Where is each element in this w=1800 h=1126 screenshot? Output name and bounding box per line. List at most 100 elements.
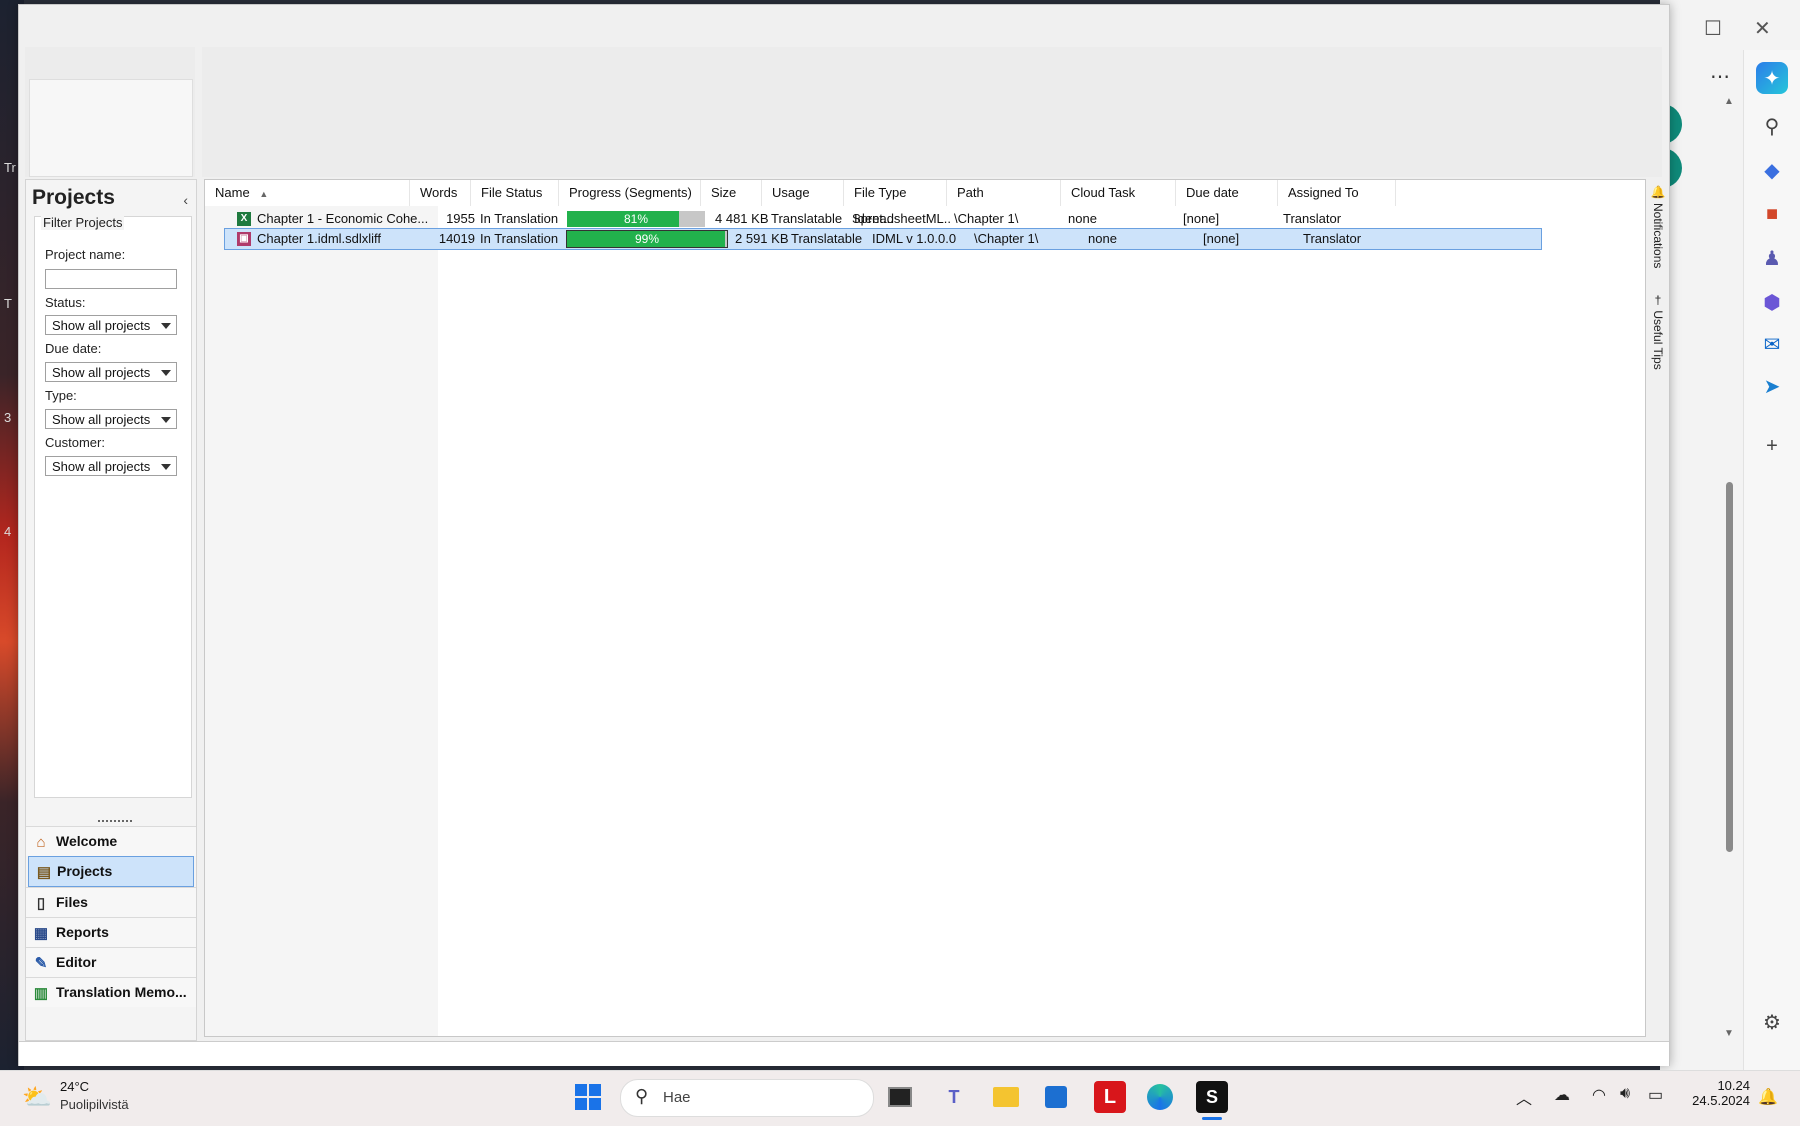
background-browser-window: ☐ ✕ ⋯ ✦ ⚲ ◆ ■ ♟ ⬢ ✉ ➤ + ⚙ ▲ ▼ [1660, 0, 1800, 1070]
column-header-usage[interactable]: Usage [762, 180, 844, 206]
office-icon[interactable]: ⬢ [1756, 286, 1788, 318]
column-label: Name [215, 185, 250, 200]
onedrive-icon[interactable]: ☁ [1554, 1085, 1570, 1105]
title-bar[interactable] [19, 5, 1669, 41]
chevron-up-icon[interactable]: ︿ [1516, 1085, 1532, 1109]
toolbox-icon[interactable]: ■ [1756, 198, 1788, 230]
notifications-tab[interactable]: 🔔 Notifications [1651, 185, 1665, 268]
column-header-path[interactable]: Path [947, 180, 1061, 206]
nav-reports[interactable]: ▦ Reports [26, 917, 196, 947]
files-icon: ▯ [36, 894, 46, 912]
cell-usage: Translatable [791, 231, 863, 246]
name-column-background [205, 206, 438, 1036]
task-view-button[interactable] [884, 1081, 916, 1113]
notification-bell-icon[interactable]: 🔔 [1758, 1087, 1778, 1107]
table-row-selected[interactable]: ▣ Chapter 1.idml.sdlxliff 14019 In Trans… [224, 228, 1542, 250]
column-header-size[interactable]: Size [701, 180, 762, 206]
more-options-icon[interactable]: ⋯ [1710, 64, 1730, 89]
clock-time: 10.24 [1717, 1078, 1750, 1093]
column-header-words[interactable]: Words [410, 180, 471, 206]
tag-icon[interactable]: ◆ [1756, 154, 1788, 186]
cell-name: Chapter 1.idml.sdlxliff [257, 231, 382, 246]
project-name-input[interactable] [45, 269, 177, 289]
edge-icon[interactable] [1144, 1081, 1176, 1113]
nav-label: Reports [56, 924, 109, 940]
outlook-icon[interactable]: ✉ [1756, 328, 1788, 360]
useful-tips-tab[interactable]: † Useful Tips [1651, 293, 1665, 370]
column-label: Cloud Task [1071, 185, 1136, 200]
weather-temperature: 24°C [60, 1079, 90, 1094]
games-icon[interactable]: ♟ [1756, 242, 1788, 274]
store-shape [1045, 1086, 1067, 1108]
cell-size: 2 591 KB [735, 231, 789, 246]
idml-icon: ▣ [237, 232, 251, 246]
scroll-up-icon[interactable]: ▲ [1724, 96, 1734, 107]
project-name-label: Project name: [45, 247, 126, 262]
clock-date: 24.5.2024 [1692, 1093, 1750, 1108]
collapse-panel-icon[interactable]: ‹ [183, 192, 188, 208]
customer-select[interactable]: Show all projects [45, 456, 177, 476]
browser-scrollbar[interactable]: ▲ ▼ [1722, 96, 1736, 1042]
type-select[interactable]: Show all projects [45, 409, 177, 429]
progress-label: 99% [634, 232, 660, 246]
column-header-name[interactable]: Name ▲ [205, 180, 410, 206]
cell-cloud-task: none [1088, 231, 1117, 246]
excel-icon: X [237, 212, 251, 226]
column-label: Progress (Segments) [569, 185, 692, 200]
clock[interactable]: 10.24 24.5.2024 [1686, 1078, 1750, 1108]
wifi-icon[interactable]: ◠ [1592, 1085, 1606, 1105]
search-icon[interactable]: ⚲ [1756, 110, 1788, 142]
status-select[interactable]: Show all projects [45, 315, 177, 335]
due-date-select-value: Show all projects [52, 365, 151, 380]
start-button[interactable] [572, 1081, 604, 1113]
trados-icon[interactable]: S [1196, 1081, 1228, 1113]
cell-due-date: [none] [1183, 211, 1220, 226]
nav-welcome[interactable]: ⌂ Welcome [26, 826, 196, 856]
nav-files[interactable]: ▯ Files [26, 887, 196, 917]
column-header-file-status[interactable]: File Status [471, 180, 559, 206]
column-header-progress[interactable]: Progress (Segments) [559, 180, 701, 206]
customer-label: Customer: [45, 435, 105, 450]
volume-icon[interactable]: 🔊︎ [1620, 1085, 1630, 1103]
store-icon[interactable] [1040, 1081, 1072, 1113]
scroll-thumb[interactable] [1726, 482, 1733, 852]
column-header-cloud-task[interactable]: Cloud Task [1061, 180, 1176, 206]
taskbar-search[interactable]: ⚲ Hae [620, 1079, 874, 1117]
navigation-buttons: ⌂ Welcome ▤ Projects ▯ Files ▦ Reports ✎… [26, 826, 196, 1007]
progress-label: 81% [623, 212, 649, 226]
nav-projects[interactable]: ▤ Projects [28, 856, 194, 887]
settings-icon[interactable]: ⚙ [1756, 1006, 1788, 1038]
reports-icon: ▦ [33, 924, 49, 942]
scroll-down-icon[interactable]: ▼ [1724, 1028, 1734, 1039]
column-header-file-type[interactable]: File Type Ident... [844, 180, 947, 226]
resize-grip[interactable] [98, 820, 132, 825]
column-header-assigned-to[interactable]: Assigned To [1278, 180, 1396, 206]
file-explorer-icon[interactable] [990, 1081, 1022, 1113]
nav-translation-memories[interactable]: ▥ Translation Memo... [26, 977, 196, 1007]
desktop-text: Tr [4, 160, 16, 175]
grid-header: Name ▲ Words File Status Progress (Segme… [205, 180, 1645, 226]
teams-icon[interactable]: T [938, 1081, 970, 1113]
column-label: Path [957, 185, 984, 200]
sort-ascending-icon: ▲ [259, 189, 269, 199]
cell-status: In Translation [480, 211, 559, 226]
nav-label: Projects [57, 863, 113, 879]
column-label: Usage [772, 185, 810, 200]
battery-icon[interactable]: ▭ [1648, 1085, 1663, 1105]
lingsoft-app-icon[interactable]: L [1094, 1081, 1126, 1113]
table-row[interactable]: X Chapter 1 - Economic Cohe... 1955 In T… [225, 209, 1541, 229]
nav-editor[interactable]: ✎ Editor [26, 947, 196, 977]
maximize-icon[interactable]: ☐ [1704, 16, 1722, 41]
due-date-select[interactable]: Show all projects [45, 362, 177, 382]
edge-sidebar: ✦ ⚲ ◆ ■ ♟ ⬢ ✉ ➤ + ⚙ [1743, 50, 1800, 1070]
cell-file-type: IDML v 1.0.0.0 [872, 231, 957, 246]
close-icon[interactable]: ✕ [1754, 16, 1771, 41]
column-header-due-date[interactable]: Due date [1176, 180, 1278, 206]
edge-shape [1147, 1084, 1173, 1110]
send-icon[interactable]: ➤ [1756, 370, 1788, 402]
add-icon[interactable]: + [1756, 430, 1788, 462]
copilot-icon[interactable]: ✦ [1756, 62, 1788, 94]
translation-memory-icon: ▥ [33, 984, 49, 1002]
cell-words: 1955 [446, 211, 475, 226]
ribbon-left-area [25, 47, 195, 177]
